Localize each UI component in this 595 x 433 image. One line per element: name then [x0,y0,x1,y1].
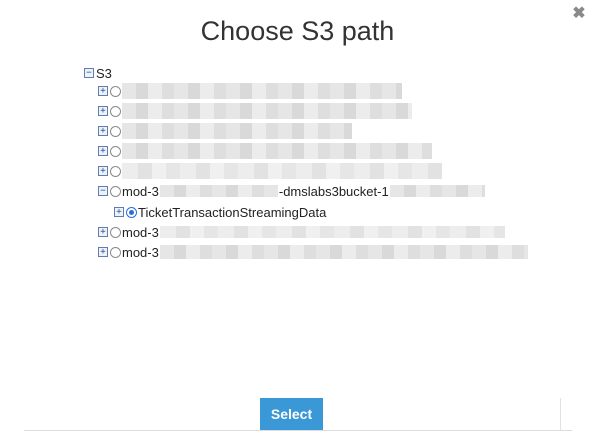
redacted-bucket-segment [159,185,278,197]
redacted-bucket-name [122,83,402,99]
collapse-icon[interactable]: − [84,68,94,78]
bucket-radio[interactable] [110,185,121,197]
redacted-bucket-segment [159,245,528,259]
tree-child-item: + TicketTransactionStreamingData [114,202,326,222]
divider [560,398,561,430]
bucket-radio[interactable] [110,226,121,238]
tree-item: + [98,141,432,161]
tree-item: + mod-3 [98,242,528,262]
expand-icon[interactable]: + [114,207,124,217]
expand-icon[interactable]: + [98,126,108,136]
tree-item-expanded: − mod-3 -dmslabs3bucket-1 [98,181,485,201]
tree-root: − S3 [84,63,112,83]
tree-item: + [98,101,412,121]
redacted-bucket-segment [159,226,505,238]
bucket-radio[interactable] [110,145,121,157]
tree-item: + mod-3 [98,222,505,242]
tree-root-label: S3 [96,65,112,81]
expand-icon[interactable]: + [98,86,108,96]
redacted-bucket-name [122,163,442,179]
divider [24,430,572,431]
expand-icon[interactable]: + [98,247,108,257]
folder-name[interactable]: TicketTransactionStreamingData [138,205,326,220]
expand-icon[interactable]: + [98,166,108,176]
bucket-radio[interactable] [110,165,121,177]
bucket-name-middle: -dmslabs3bucket-1 [278,183,389,199]
expand-icon[interactable]: + [98,106,108,116]
redacted-bucket-segment [389,185,485,197]
select-button[interactable]: Select [260,398,323,430]
expand-icon[interactable]: + [98,146,108,156]
bucket-radio[interactable] [110,105,121,117]
redacted-bucket-name [122,143,432,159]
bucket-radio[interactable] [110,85,121,97]
tree-item: + [98,81,402,101]
bucket-name-prefix: mod-3 [122,244,159,260]
tree-item: + [98,121,352,141]
expand-icon[interactable]: + [98,227,108,237]
bucket-radio[interactable] [110,246,121,258]
bucket-name-prefix: mod-3 [122,183,159,199]
collapse-icon[interactable]: − [98,186,108,196]
dialog-title: Choose S3 path [200,16,395,46]
redacted-bucket-name [122,103,412,119]
bucket-radio[interactable] [110,125,121,137]
folder-radio-selected[interactable] [126,206,137,218]
bucket-name-prefix: mod-3 [122,224,159,240]
tree-item: + [98,161,442,181]
choose-s3-path-dialog: ✖ Choose S3 path − S3 + + + + + − mod-3 … [0,0,595,433]
redacted-bucket-name [122,123,352,139]
